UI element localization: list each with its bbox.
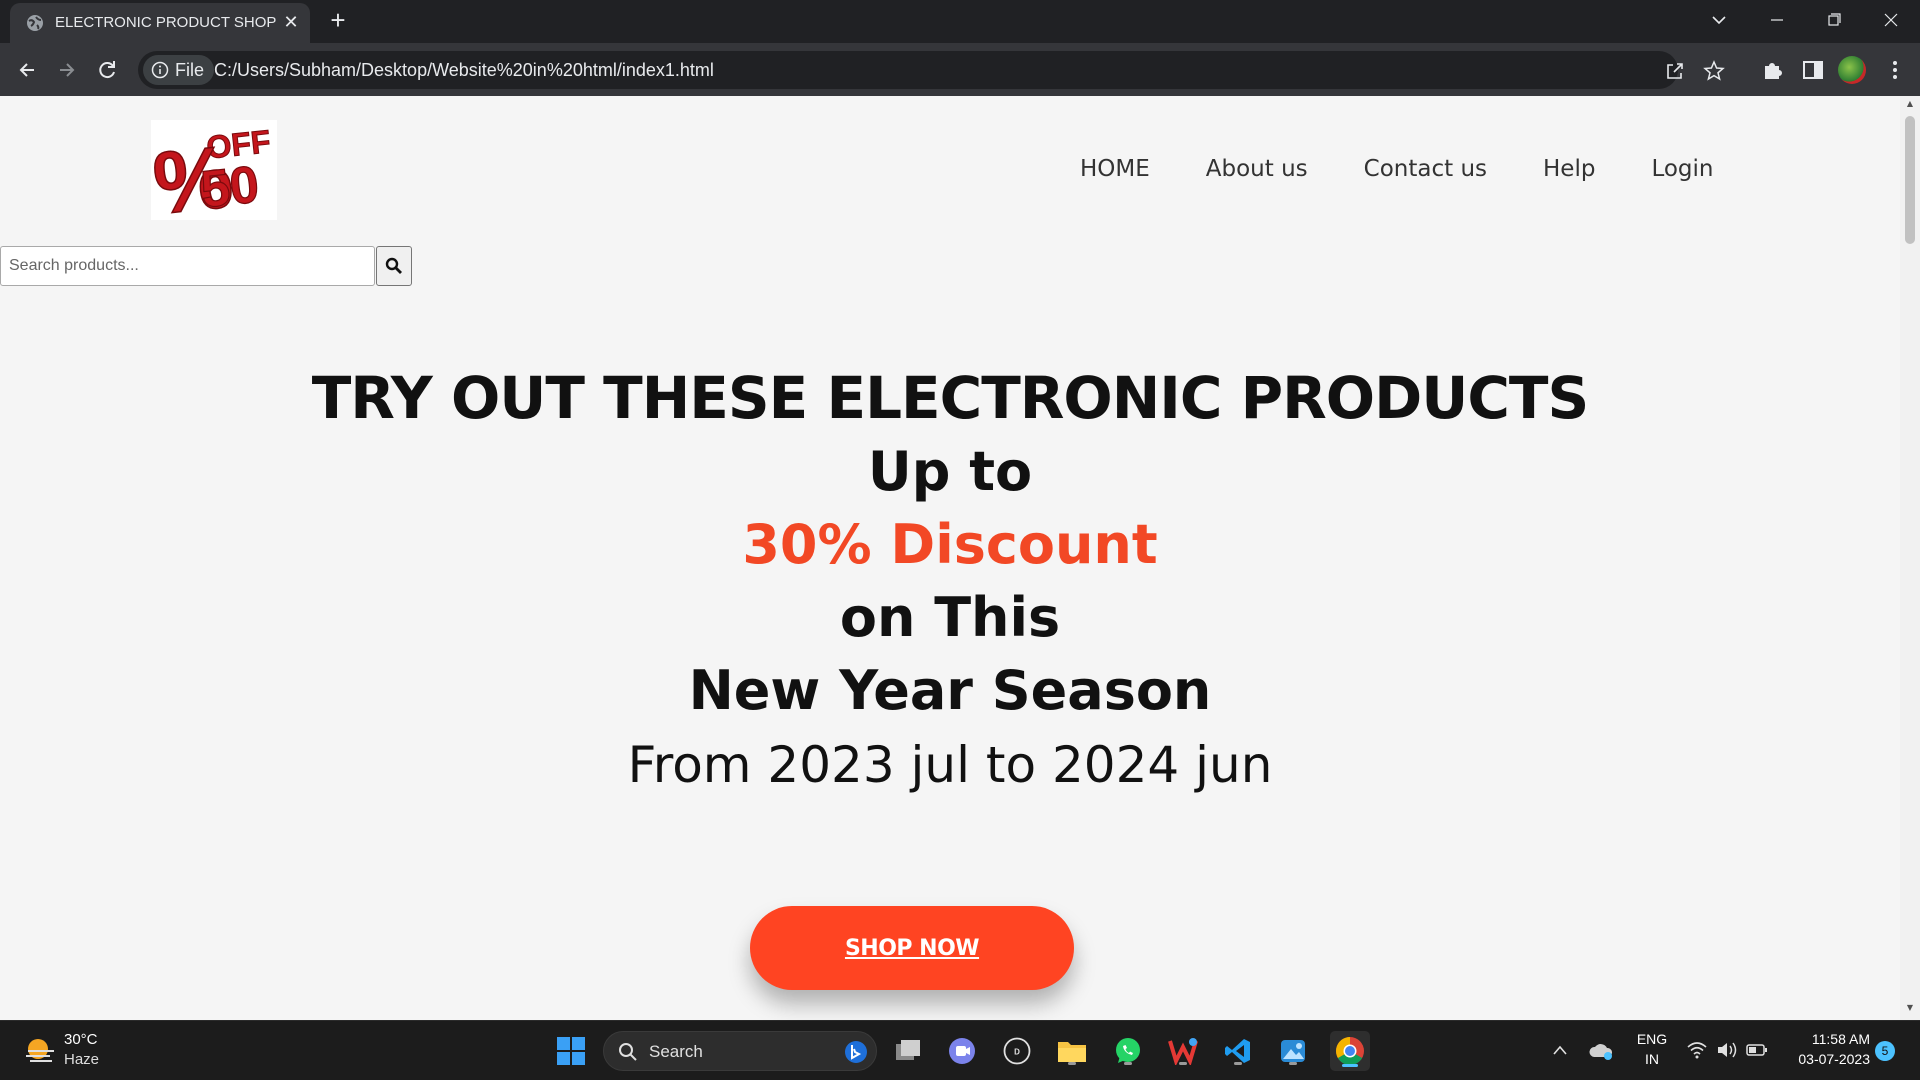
more-menu-icon[interactable] [1882, 57, 1908, 83]
photos-icon [1281, 1040, 1305, 1062]
scroll-down-arrow-icon[interactable]: ▼ [1905, 1004, 1915, 1012]
task-view-icon [896, 1040, 920, 1060]
weather-temperature[interactable]: 30°C [64, 1031, 98, 1048]
taskbar-search-icon [619, 1043, 637, 1061]
logo-number-text: 50 [198, 156, 262, 220]
nav-contact-us[interactable]: Contact us [1364, 156, 1487, 182]
share-icon[interactable] [1664, 60, 1686, 82]
windows-taskbar: 30°C Haze Search D ENG IN 11:58 AM 03-07… [0, 1020, 1920, 1080]
hero-on-this: on This [839, 586, 1061, 649]
forward-arrow-icon[interactable] [52, 55, 82, 85]
minimize-icon[interactable] [1762, 6, 1792, 34]
restore-icon[interactable] [1819, 6, 1849, 34]
back-arrow-icon[interactable] [12, 55, 42, 85]
chrome-icon [1336, 1037, 1364, 1065]
language-indicator-line1[interactable]: ENG [1632, 1031, 1672, 1047]
tab-search-chevron-icon[interactable] [1704, 6, 1734, 34]
clock-time[interactable]: 11:58 AM [1780, 1031, 1870, 1047]
shop-now-label: SHOP NOW [844, 935, 980, 961]
bookmark-star-icon[interactable] [1703, 60, 1725, 82]
teams-button[interactable] [944, 1033, 980, 1069]
profile-avatar[interactable] [1838, 56, 1866, 84]
chrome-button[interactable] [1330, 1031, 1370, 1071]
language-indicator-line2[interactable]: IN [1632, 1051, 1672, 1067]
running-indicator [1179, 1062, 1187, 1065]
nav-home[interactable]: HOME [1080, 156, 1150, 182]
search-input[interactable] [0, 246, 375, 286]
notification-badge[interactable]: 5 [1875, 1041, 1895, 1061]
side-panel-icon[interactable] [1800, 57, 1826, 83]
hero-title: TRY OUT THESE ELECTRONIC PRODUCTS [311, 364, 1590, 432]
dell-logo-icon: D [1003, 1037, 1031, 1065]
nav-about-us[interactable]: About us [1206, 156, 1308, 182]
hero-up-to: Up to [867, 440, 1033, 503]
windows-logo-icon [557, 1037, 585, 1065]
file-explorer-button[interactable] [1054, 1033, 1090, 1069]
tab-title: ELECTRONIC PRODUCT SHOP [55, 14, 277, 31]
active-indicator [1342, 1064, 1358, 1067]
new-tab-button[interactable]: + [325, 7, 351, 34]
scroll-up-arrow-icon[interactable]: ▲ [1905, 100, 1915, 108]
bing-icon[interactable] [844, 1040, 868, 1064]
svg-text:D: D [1014, 1048, 1020, 1057]
vscode-button[interactable] [1220, 1033, 1256, 1069]
nav-help[interactable]: Help [1543, 156, 1595, 182]
close-window-icon[interactable] [1876, 6, 1906, 34]
search-icon [385, 257, 402, 274]
dell-button[interactable]: D [999, 1033, 1035, 1069]
whatsapp-button[interactable] [1110, 1033, 1146, 1069]
nav-login[interactable]: Login [1651, 156, 1713, 182]
url-text[interactable]: C:/Users/Subham/Desktop/Website%20in%20h… [214, 60, 714, 81]
battery-icon[interactable] [1746, 1042, 1768, 1058]
wifi-icon[interactable] [1686, 1041, 1708, 1059]
site-info-label: File [175, 59, 205, 80]
weather-haze-icon[interactable] [24, 1037, 56, 1065]
browser-toolbar: File C:/Users/Subham/Desktop/Website%20i… [0, 43, 1920, 96]
search-button[interactable] [376, 246, 412, 286]
page-scrollbar[interactable]: ▲ ▼ [1900, 96, 1920, 1020]
windows-start-button[interactable] [553, 1033, 589, 1069]
hero-section: TRY OUT THESE ELECTRONIC PRODUCTS Up to … [0, 361, 1900, 803]
show-hidden-icons-chevron-icon[interactable] [1551, 1043, 1569, 1057]
page-viewport: OFF % 50 HOME About us Contact us Help L… [0, 96, 1920, 1020]
site-logo[interactable]: OFF % 50 [151, 120, 277, 220]
globe-icon [27, 15, 43, 31]
hero-season: New Year Season [688, 659, 1212, 722]
tab-close-icon[interactable]: ✕ [280, 12, 302, 34]
volume-icon[interactable] [1716, 1041, 1738, 1059]
onedrive-cloud-icon[interactable] [1588, 1041, 1614, 1061]
vscode-icon [1225, 1039, 1250, 1063]
photos-button[interactable] [1275, 1033, 1311, 1069]
shop-now-button[interactable]: SHOP NOW [750, 906, 1074, 990]
clock-date[interactable]: 03-07-2023 [1780, 1051, 1870, 1067]
discount-logo-image: OFF % 50 [151, 123, 273, 220]
teams-chat-icon [949, 1038, 975, 1064]
extensions-puzzle-icon[interactable] [1760, 57, 1786, 83]
running-indicator [1234, 1062, 1242, 1065]
browser-tab-strip: ELECTRONIC PRODUCT SHOP ✕ + [0, 0, 1920, 43]
folder-icon [1058, 1042, 1086, 1062]
hero-date-range: From 2023 jul to 2024 jun [627, 736, 1273, 794]
info-icon [151, 61, 169, 79]
main-nav: HOME About us Contact us Help Login [1080, 156, 1714, 182]
taskbar-search-box[interactable]: Search [603, 1031, 877, 1071]
wps-office-icon [1168, 1038, 1198, 1065]
running-indicator [1124, 1062, 1132, 1065]
taskbar-search-label: Search [649, 1042, 703, 1061]
reload-icon[interactable] [92, 55, 122, 85]
browser-tab[interactable]: ELECTRONIC PRODUCT SHOP ✕ [10, 3, 310, 43]
running-indicator [1289, 1062, 1297, 1065]
running-indicator [1068, 1062, 1076, 1065]
wps-office-button[interactable] [1165, 1033, 1201, 1069]
task-view-button[interactable] [890, 1033, 926, 1069]
hero-discount: 30% Discount [742, 513, 1158, 576]
weather-description[interactable]: Haze [64, 1051, 99, 1068]
scrollbar-thumb[interactable] [1905, 116, 1915, 244]
site-info-chip[interactable]: File [143, 55, 215, 85]
address-bar[interactable]: File C:/Users/Subham/Desktop/Website%20i… [138, 51, 1725, 89]
